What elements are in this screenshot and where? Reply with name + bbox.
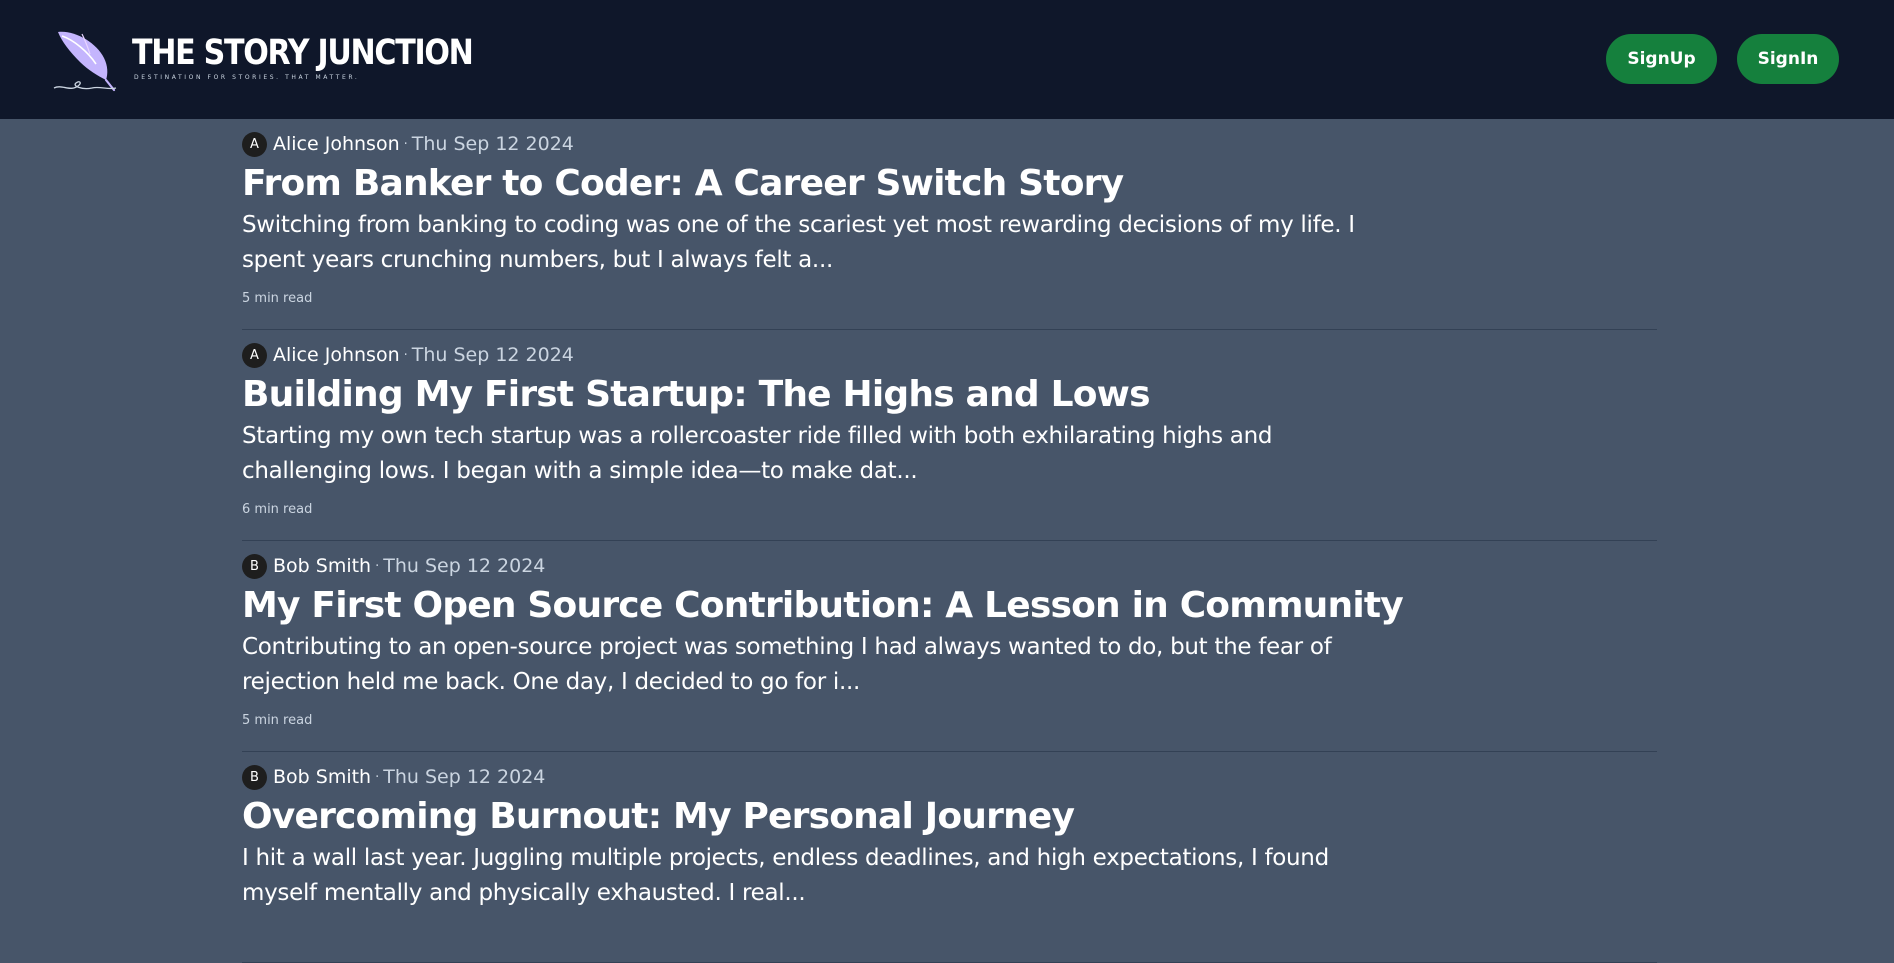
author-name: Bob Smith	[273, 555, 372, 577]
story-card[interactable]: B Bob Smith · Thu Sep 12 2024 Overcoming…	[242, 752, 1657, 963]
meta-separator: ·	[403, 347, 408, 363]
publish-date: Thu Sep 12 2024	[411, 133, 574, 155]
author-name: Bob Smith	[273, 766, 372, 788]
author-name: Alice Johnson	[273, 344, 400, 366]
story-card[interactable]: B Bob Smith · Thu Sep 12 2024 My First O…	[242, 541, 1657, 752]
story-feed: A Alice Johnson · Thu Sep 12 2024 From B…	[242, 119, 1657, 963]
meta-separator: ·	[403, 136, 408, 152]
story-excerpt: Switching from banking to coding was one…	[242, 212, 1355, 273]
logo-title: THE STORY JUNCTION	[132, 33, 474, 73]
story-excerpt: Contributing to an open-source project w…	[242, 634, 1332, 695]
story-card[interactable]: A Alice Johnson · Thu Sep 12 2024 From B…	[242, 119, 1657, 330]
story-meta: A Alice Johnson · Thu Sep 12 2024	[242, 342, 574, 368]
publish-date: Thu Sep 12 2024	[383, 555, 546, 577]
read-time: 5 min read	[242, 291, 313, 306]
story-excerpt: Starting my own tech startup was a rolle…	[242, 423, 1273, 484]
author-name: Alice Johnson	[273, 133, 400, 155]
story-title[interactable]: My First Open Source Contribution: A Les…	[242, 583, 1404, 629]
read-time: 5 min read	[242, 713, 313, 728]
quill-pen-icon	[53, 31, 117, 92]
meta-separator: ·	[375, 769, 380, 785]
read-time: 6 min read	[242, 502, 313, 517]
top-navbar: THE STORY JUNCTION DESTINATION FOR STORI…	[0, 0, 1894, 119]
story-excerpt: I hit a wall last year. Juggling multipl…	[242, 845, 1329, 906]
story-card[interactable]: A Alice Johnson · Thu Sep 12 2024 Buildi…	[242, 330, 1657, 541]
author-avatar: A	[242, 342, 267, 368]
story-title[interactable]: Overcoming Burnout: My Personal Journey	[242, 794, 1075, 840]
signup-button[interactable]: SignUp	[1606, 34, 1717, 84]
publish-date: Thu Sep 12 2024	[411, 344, 574, 366]
story-title[interactable]: Building My First Startup: The Highs and…	[242, 372, 1151, 418]
author-avatar: B	[242, 553, 267, 579]
author-avatar: B	[242, 764, 267, 790]
story-meta: A Alice Johnson · Thu Sep 12 2024	[242, 131, 574, 157]
signin-button[interactable]: SignIn	[1737, 34, 1839, 84]
author-avatar: A	[242, 131, 267, 157]
site-logo[interactable]: THE STORY JUNCTION DESTINATION FOR STORI…	[52, 28, 528, 94]
logo-text-block: THE STORY JUNCTION DESTINATION FOR STORI…	[132, 34, 528, 82]
logo-tagline: DESTINATION FOR STORIES. THAT MATTER.	[134, 74, 360, 81]
meta-separator: ·	[375, 558, 380, 574]
publish-date: Thu Sep 12 2024	[383, 766, 546, 788]
story-meta: B Bob Smith · Thu Sep 12 2024	[242, 553, 545, 579]
story-title[interactable]: From Banker to Coder: A Career Switch St…	[242, 161, 1124, 207]
story-meta: B Bob Smith · Thu Sep 12 2024	[242, 764, 545, 790]
